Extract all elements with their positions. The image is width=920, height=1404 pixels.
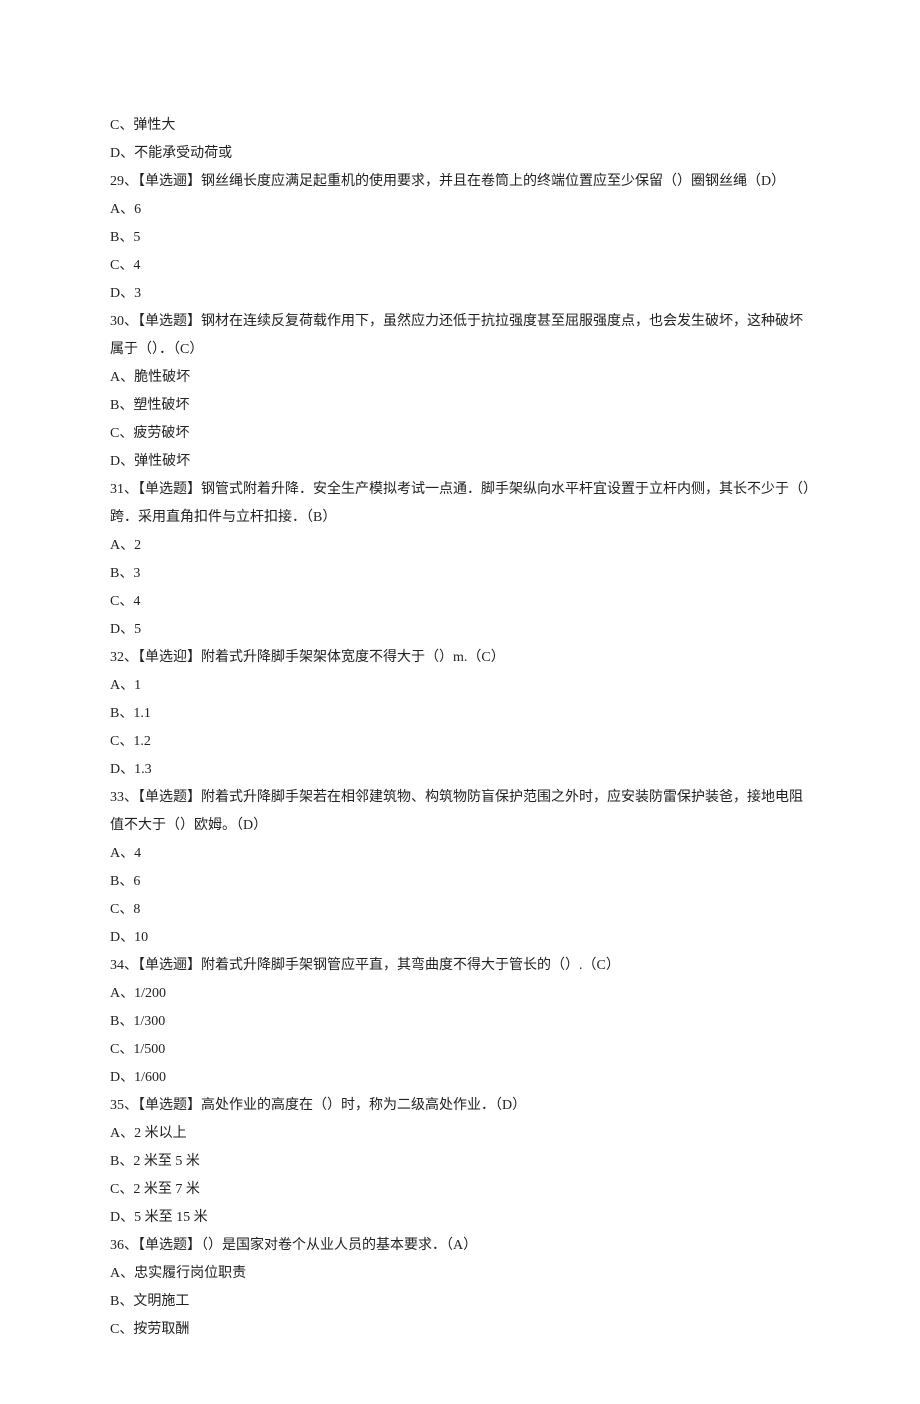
question-text: 36、【单选题】（）是国家对卷个从业人员的基本要求．（A） bbox=[110, 1232, 810, 1260]
option-c: C、弹性大 bbox=[110, 112, 810, 140]
question-text: 35、【单选题】高处作业的高度在（）时，称为二级高处作业．（D） bbox=[110, 1092, 810, 1120]
option-c: C、4 bbox=[110, 252, 810, 280]
option-a: A、4 bbox=[110, 840, 810, 868]
option-a: A、6 bbox=[110, 196, 810, 224]
option-b: B、1.1 bbox=[110, 700, 810, 728]
option-a: A、1/200 bbox=[110, 980, 810, 1008]
option-c: C、8 bbox=[110, 896, 810, 924]
question-text: 34、【单选逦】附着式升降脚手架钢管应平直，其弯曲度不得大于管长的（）.（C） bbox=[110, 952, 810, 980]
question-30: 30、【单选题】钢材在连续反复荷载作用下，虽然应力还低于抗拉强度甚至屈服强度点，… bbox=[110, 308, 810, 476]
question-32: 32、【单选迎】附着式升降脚手架架体宽度不得大于（）m.（C） A、1 B、1.… bbox=[110, 644, 810, 784]
option-b: B、5 bbox=[110, 224, 810, 252]
option-d: D、1/600 bbox=[110, 1064, 810, 1092]
option-a: A、脆性破坏 bbox=[110, 364, 810, 392]
question-text: 32、【单选迎】附着式升降脚手架架体宽度不得大于（）m.（C） bbox=[110, 644, 810, 672]
question-36: 36、【单选题】（）是国家对卷个从业人员的基本要求．（A） A、忠实履行岗位职责… bbox=[110, 1232, 810, 1344]
option-d: D、5 bbox=[110, 616, 810, 644]
document-page: C、弹性大 D、不能承受动荷或 29、【单选逦】钢丝绳长度应满足起重机的使用要求… bbox=[0, 0, 920, 1404]
question-35: 35、【单选题】高处作业的高度在（）时，称为二级高处作业．（D） A、2 米以上… bbox=[110, 1092, 810, 1232]
option-a: A、1 bbox=[110, 672, 810, 700]
option-b: B、1/300 bbox=[110, 1008, 810, 1036]
option-a: A、2 bbox=[110, 532, 810, 560]
pre-options-block: C、弹性大 D、不能承受动荷或 bbox=[110, 112, 810, 168]
option-c: C、疲劳破坏 bbox=[110, 420, 810, 448]
question-34: 34、【单选逦】附着式升降脚手架钢管应平直，其弯曲度不得大于管长的（）.（C） … bbox=[110, 952, 810, 1092]
question-text: 31、【单选题】钢管式附着升降．安全生产模拟考试一点通．脚手架纵向水平杆宜设置于… bbox=[110, 476, 810, 532]
option-d: D、1.3 bbox=[110, 756, 810, 784]
option-d: D、不能承受动荷或 bbox=[110, 140, 810, 168]
option-c: C、1.2 bbox=[110, 728, 810, 756]
option-b: B、塑性破坏 bbox=[110, 392, 810, 420]
option-a: A、2 米以上 bbox=[110, 1120, 810, 1148]
question-text: 29、【单选逦】钢丝绳长度应满足起重机的使用要求，并且在卷筒上的终端位置应至少保… bbox=[110, 168, 810, 196]
option-d: D、3 bbox=[110, 280, 810, 308]
option-c: C、1/500 bbox=[110, 1036, 810, 1064]
option-b: B、6 bbox=[110, 868, 810, 896]
option-d: D、5 米至 15 米 bbox=[110, 1204, 810, 1232]
option-b: B、3 bbox=[110, 560, 810, 588]
option-c: C、2 米至 7 米 bbox=[110, 1176, 810, 1204]
option-d: D、弹性破坏 bbox=[110, 448, 810, 476]
option-c: C、4 bbox=[110, 588, 810, 616]
question-text: 30、【单选题】钢材在连续反复荷载作用下，虽然应力还低于抗拉强度甚至屈服强度点，… bbox=[110, 308, 810, 364]
option-b: B、2 米至 5 米 bbox=[110, 1148, 810, 1176]
question-31: 31、【单选题】钢管式附着升降．安全生产模拟考试一点通．脚手架纵向水平杆宜设置于… bbox=[110, 476, 810, 644]
option-b: B、文明施工 bbox=[110, 1288, 810, 1316]
option-d: D、10 bbox=[110, 924, 810, 952]
option-c: C、按劳取酬 bbox=[110, 1316, 810, 1344]
question-text: 33、【单选题】附着式升降脚手架若在相邻建筑物、构筑物防盲保护范围之外时，应安装… bbox=[110, 784, 810, 840]
question-33: 33、【单选题】附着式升降脚手架若在相邻建筑物、构筑物防盲保护范围之外时，应安装… bbox=[110, 784, 810, 952]
option-a: A、忠实履行岗位职责 bbox=[110, 1260, 810, 1288]
question-29: 29、【单选逦】钢丝绳长度应满足起重机的使用要求，并且在卷筒上的终端位置应至少保… bbox=[110, 168, 810, 308]
